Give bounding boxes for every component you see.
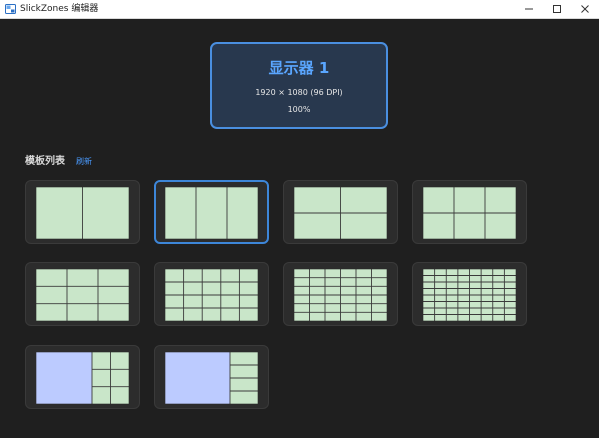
monitor-name: 显示器 1 bbox=[268, 59, 330, 77]
editor-window: SlickZones 编辑器 显示器 1 1920 × 1080 (96 DPI… bbox=[0, 0, 599, 438]
zone-area bbox=[165, 187, 258, 239]
minimize-button[interactable] bbox=[515, 0, 543, 18]
template-card-grid-6x6[interactable] bbox=[283, 262, 398, 326]
template-card-grid-8x8[interactable] bbox=[412, 262, 527, 326]
template-card-grid-3x2[interactable] bbox=[412, 180, 527, 244]
template-card-grid-2x2[interactable] bbox=[283, 180, 398, 244]
template-preview bbox=[293, 186, 388, 240]
template-card-columns-2[interactable] bbox=[25, 180, 140, 244]
zone-area bbox=[36, 269, 129, 321]
template-preview bbox=[293, 268, 388, 322]
window-title: SlickZones 编辑器 bbox=[20, 4, 99, 14]
template-card-main-left-1x4[interactable] bbox=[154, 345, 269, 409]
maximize-icon bbox=[553, 5, 561, 13]
monitor-resolution: 1920 × 1080 (96 DPI) bbox=[255, 88, 343, 97]
close-icon bbox=[581, 5, 589, 13]
refresh-link[interactable]: 刷新 bbox=[76, 156, 92, 168]
monitor-scale: 100% bbox=[287, 105, 311, 114]
templates-section-title: 模板列表 bbox=[25, 156, 65, 167]
maximize-button[interactable] bbox=[543, 0, 571, 18]
template-preview bbox=[422, 186, 517, 240]
main-zone bbox=[36, 352, 92, 404]
template-preview bbox=[422, 268, 517, 322]
minimize-icon bbox=[525, 8, 533, 10]
template-card-grid-5x4[interactable] bbox=[154, 262, 269, 326]
title-bar[interactable]: SlickZones 编辑器 bbox=[0, 0, 599, 19]
template-preview bbox=[164, 268, 259, 322]
template-preview bbox=[164, 186, 259, 240]
template-card-columns-3[interactable] bbox=[154, 180, 269, 244]
main-zone bbox=[165, 352, 230, 404]
template-preview bbox=[35, 351, 130, 405]
monitor-card[interactable]: 显示器 1 1920 × 1080 (96 DPI) 100% bbox=[210, 42, 388, 129]
close-button[interactable] bbox=[571, 0, 599, 18]
template-preview bbox=[164, 351, 259, 405]
template-preview bbox=[35, 268, 130, 322]
template-preview bbox=[35, 186, 130, 240]
app-icon bbox=[5, 4, 16, 14]
template-card-grid-3x3[interactable] bbox=[25, 262, 140, 326]
template-card-main-left-2x3[interactable] bbox=[25, 345, 140, 409]
